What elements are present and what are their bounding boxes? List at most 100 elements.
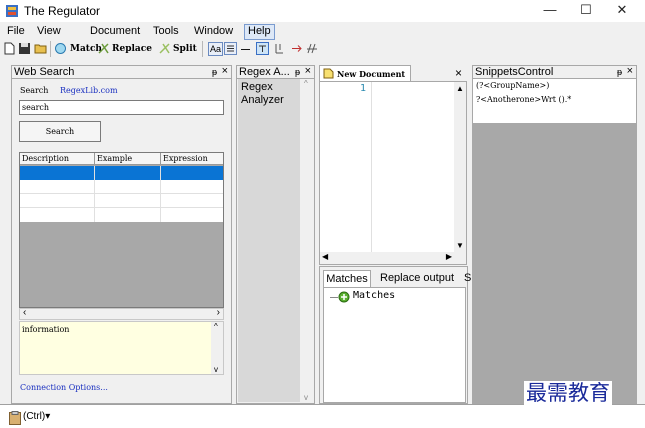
web-search-panel: Search RegexLib.com search Search Descri… bbox=[11, 79, 232, 404]
column-expression[interactable]: Expression bbox=[163, 154, 208, 163]
scroll-up-icon[interactable]: ▲ bbox=[456, 84, 464, 93]
search-input[interactable]: search bbox=[19, 100, 224, 115]
code-editor[interactable]: 1 ▲ ▼ ◀ ▶ bbox=[319, 81, 467, 265]
snippets-title: SnippetsControl bbox=[475, 66, 554, 78]
close-button[interactable]: ✕ bbox=[604, 0, 640, 22]
tab-split-output[interactable]: S bbox=[464, 272, 471, 284]
scroll-up-icon[interactable]: ^ bbox=[304, 79, 308, 88]
explicit-capture-icon[interactable] bbox=[273, 42, 286, 55]
save-icon[interactable] bbox=[18, 42, 31, 55]
snippets-close-icon[interactable]: × bbox=[627, 65, 633, 78]
line-number: 1 bbox=[360, 83, 367, 94]
open-folder-icon[interactable] bbox=[34, 42, 47, 55]
regex-analyzer-close-icon[interactable]: × bbox=[305, 65, 311, 78]
tab-replace-output[interactable]: Replace output bbox=[380, 272, 454, 284]
table-row[interactable] bbox=[20, 194, 223, 208]
whitespace-icon[interactable] bbox=[256, 42, 269, 55]
scroll-down-icon[interactable]: v bbox=[304, 393, 308, 402]
results-header-row: Description Example Expression bbox=[20, 153, 223, 165]
scroll-right-icon[interactable]: ▶ bbox=[446, 252, 452, 261]
watermark: 最需教育 bbox=[524, 381, 612, 405]
matches-tab-label: Matches bbox=[326, 273, 368, 285]
column-example[interactable]: Example bbox=[97, 154, 132, 163]
paste-options-label: (Ctrl)▾ bbox=[23, 411, 51, 422]
toolbar: Match Replace Split Aa — bbox=[0, 40, 645, 58]
app-window: The Regulator — ☐ ✕ File View Document T… bbox=[0, 0, 645, 405]
dash-icon[interactable]: — bbox=[241, 41, 250, 57]
split-icon[interactable] bbox=[158, 42, 171, 55]
analyzer-label: Regex Analyzer bbox=[241, 81, 284, 106]
replace-button[interactable]: Replace bbox=[112, 41, 152, 57]
split-button[interactable]: Split bbox=[173, 41, 197, 57]
regex-analyzer-tab[interactable]: Regex A... bbox=[239, 66, 290, 78]
menu-help[interactable]: Help bbox=[244, 24, 275, 40]
match-node-icon bbox=[338, 291, 350, 303]
pin-icon[interactable]: ᵽ bbox=[617, 66, 622, 79]
minimize-button[interactable]: — bbox=[532, 0, 568, 22]
analyzer-tree: Regex Analyzer bbox=[238, 79, 300, 402]
info-text: information bbox=[22, 325, 70, 334]
scroll-up-icon[interactable]: ^ bbox=[214, 322, 218, 331]
table-row[interactable] bbox=[20, 180, 223, 194]
column-description[interactable]: Description bbox=[22, 154, 69, 163]
title-bar: The Regulator — ☐ ✕ bbox=[0, 0, 645, 22]
document-icon bbox=[323, 68, 334, 79]
scroll-right-icon[interactable]: › bbox=[217, 307, 220, 318]
document-tab-label: New Document bbox=[337, 69, 406, 79]
snippets-empty-area bbox=[472, 124, 637, 404]
info-box: information ^ v bbox=[19, 321, 224, 375]
menu-bar: File View Document Tools Window Help bbox=[0, 24, 645, 40]
matches-tree-root[interactable]: Matches bbox=[353, 290, 395, 301]
results-hscrollbar[interactable]: ‹ › bbox=[19, 307, 224, 320]
case-sensitive-toggle[interactable]: Aa bbox=[208, 42, 224, 56]
search-button-label: Search bbox=[45, 127, 75, 136]
snippet-item[interactable]: ?<Anotherone>Wrt ().* bbox=[476, 95, 571, 104]
info-vscrollbar[interactable]: ^ v bbox=[211, 322, 223, 374]
ecma-icon[interactable] bbox=[306, 42, 319, 55]
snippet-item[interactable]: (?<GroupName>) bbox=[476, 81, 549, 90]
table-row[interactable] bbox=[20, 208, 223, 222]
connection-options-link[interactable]: Connection Options... bbox=[20, 383, 108, 392]
right-to-left-icon[interactable] bbox=[290, 42, 303, 55]
regex-analyzer-header: Regex A... ᵽ × bbox=[236, 65, 315, 79]
menu-tools[interactable]: Tools bbox=[153, 24, 179, 40]
scroll-left-icon[interactable]: ‹ bbox=[23, 307, 26, 318]
regexlib-link[interactable]: RegexLib.com bbox=[60, 86, 118, 95]
clipboard-icon bbox=[9, 411, 21, 425]
matches-tree: Matches bbox=[323, 287, 466, 403]
editor-hscrollbar[interactable]: ◀ ▶ bbox=[320, 252, 466, 264]
output-panel: Matches Replace output S Matches bbox=[319, 266, 471, 404]
pin-icon[interactable]: ᵽ bbox=[212, 66, 217, 79]
app-icon bbox=[6, 5, 18, 17]
editor-close-icon[interactable]: × bbox=[455, 66, 462, 80]
table-row[interactable] bbox=[20, 166, 223, 180]
maximize-button[interactable]: ☐ bbox=[568, 0, 604, 22]
regex-analyzer-panel: Regex Analyzer ^ v bbox=[236, 79, 315, 404]
menu-file[interactable]: File bbox=[7, 24, 25, 40]
match-icon[interactable] bbox=[54, 42, 67, 55]
menu-document[interactable]: Document bbox=[90, 24, 140, 40]
toolbar-separator bbox=[50, 41, 51, 57]
web-search-header: Web Search ᵽ × bbox=[11, 65, 232, 79]
results-grid: Description Example Expression bbox=[19, 152, 224, 308]
window-title: The Regulator bbox=[24, 4, 101, 18]
analyzer-vscrollbar[interactable]: ^ v bbox=[301, 79, 314, 402]
snippets-header: SnippetsControl ᵽ × bbox=[472, 65, 637, 79]
tab-matches[interactable]: Matches bbox=[323, 270, 371, 287]
pin-icon[interactable]: ᵽ bbox=[295, 66, 300, 79]
snippets-list: (?<GroupName>) ?<Anotherone>Wrt ().* bbox=[472, 79, 637, 124]
toolbar-separator bbox=[202, 41, 203, 57]
scroll-down-icon[interactable]: v bbox=[214, 365, 218, 374]
editor-area: New Document × 1 ▲ ▼ ◀ ▶ bbox=[319, 62, 468, 265]
menu-view[interactable]: View bbox=[37, 24, 61, 40]
scroll-left-icon[interactable]: ◀ bbox=[322, 252, 328, 261]
search-button[interactable]: Search bbox=[19, 121, 101, 142]
scroll-down-icon[interactable]: ▼ bbox=[456, 241, 464, 250]
new-file-icon[interactable] bbox=[3, 42, 16, 55]
menu-window[interactable]: Window bbox=[194, 24, 233, 40]
editor-vscrollbar[interactable]: ▲ ▼ bbox=[454, 82, 466, 252]
multiline-icon[interactable] bbox=[224, 42, 237, 55]
replace-icon[interactable] bbox=[97, 42, 110, 55]
web-search-close-icon[interactable]: × bbox=[222, 65, 228, 78]
tab-new-document[interactable]: New Document bbox=[319, 65, 411, 81]
